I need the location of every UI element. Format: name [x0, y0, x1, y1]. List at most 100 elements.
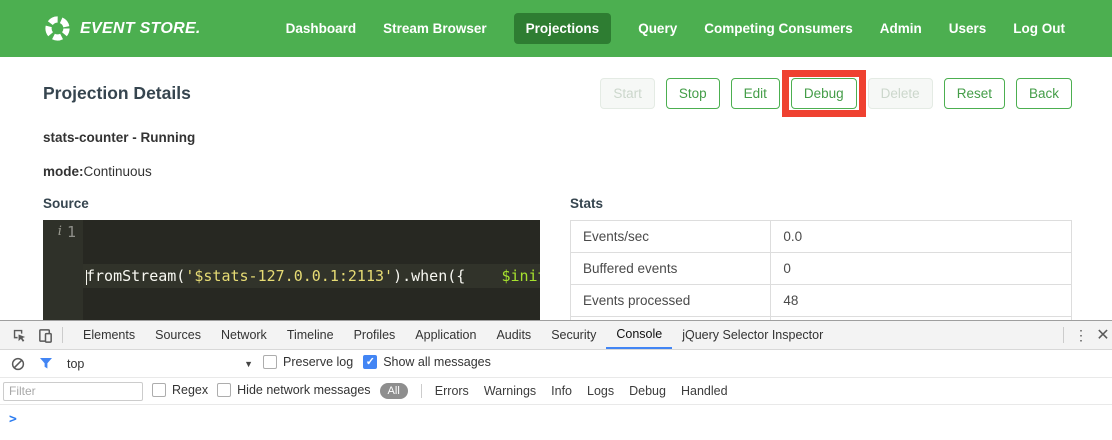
devtools-menu-icon[interactable]: ⋮	[1068, 321, 1094, 349]
stop-button[interactable]: Stop	[666, 78, 720, 109]
inspect-element-icon[interactable]	[6, 321, 32, 349]
divider	[62, 327, 63, 343]
stat-name: Events processed	[571, 285, 771, 317]
inspect-element-glyph	[11, 327, 28, 344]
regex-checkbox-box[interactable]	[152, 383, 166, 397]
delete-button: Delete	[868, 78, 933, 109]
preserve-log-checkbox-box[interactable]	[263, 355, 277, 369]
devtools-tab-audits[interactable]: Audits	[486, 321, 541, 349]
show-all-messages-slot: Show all messages	[363, 355, 491, 372]
devtools-tab-elements[interactable]: Elements	[73, 321, 145, 349]
event-store-app: EVENT STORE. Dashboard Stream Browser Proj…	[0, 0, 1112, 440]
stat-name: Events/sec	[571, 221, 771, 253]
main-nav: Dashboard Stream Browser Projections Query C…	[286, 13, 1065, 44]
code-token	[465, 267, 501, 285]
event-store-logo[interactable]: EVENT STORE.	[44, 15, 201, 42]
nav-item-admin[interactable]: Admin	[880, 13, 922, 44]
execution-context-selector[interactable]: top ▼	[67, 357, 253, 371]
stats-section: Stats Events/sec0.0Buffered events0Event…	[570, 196, 1072, 320]
console-toolbar: top ▼ Preserve log Show all messages	[0, 350, 1112, 378]
filter-level-errors[interactable]: Errors	[435, 384, 469, 398]
code-token: '$stats-127.0.0.1:2113'	[185, 267, 393, 285]
code-token: ).when({	[393, 267, 465, 285]
devtools-close-icon[interactable]: ✕	[1094, 321, 1112, 349]
stat-value: 48	[771, 285, 1072, 317]
preserve-log-checkbox[interactable]: Preserve log	[263, 355, 353, 369]
nav-item-log-out[interactable]: Log Out	[1013, 13, 1065, 44]
devtools-tab-profiles[interactable]: Profiles	[344, 321, 406, 349]
back-button[interactable]: Back	[1016, 78, 1072, 109]
title-row: Projection Details Start Stop Edit Debug Del…	[43, 78, 1072, 109]
code-area: fromStream('$stats-127.0.0.1:2113').when…	[83, 220, 540, 320]
hide-network-messages-checkbox[interactable]: Hide network messages	[217, 383, 370, 397]
source-label: Source	[43, 196, 540, 211]
filter-level-logs[interactable]: Logs	[587, 384, 614, 398]
reset-button[interactable]: Reset	[944, 78, 1005, 109]
filter-level-debug[interactable]: Debug	[629, 384, 666, 398]
stat-value: 0.0	[771, 221, 1072, 253]
nav-item-competing-consumers[interactable]: Competing Consumers	[704, 13, 853, 44]
filter-funnel-glyph	[39, 357, 53, 370]
stats-row: Events processed48	[571, 285, 1072, 317]
event-store-logo-icon	[44, 15, 71, 42]
line-number: 1	[67, 221, 76, 243]
regex-checkbox-label: Regex	[172, 383, 208, 397]
page-title: Projection Details	[43, 83, 191, 104]
editor-gutter: i 1	[43, 220, 83, 320]
filter-level-info[interactable]: Info	[551, 384, 572, 398]
devtools-tab-sources[interactable]: Sources	[145, 321, 211, 349]
clear-console-icon[interactable]	[9, 357, 27, 371]
start-button: Start	[600, 78, 655, 109]
device-toolbar-glyph	[37, 327, 54, 344]
projection-status: stats-counter - Running	[43, 130, 1072, 145]
clear-console-glyph	[11, 357, 25, 371]
device-toolbar-icon[interactable]	[32, 321, 58, 349]
devtools-tab-application[interactable]: Application	[405, 321, 486, 349]
debug-button[interactable]: Debug	[791, 78, 857, 109]
delete-button-wrap: Delete	[868, 78, 933, 109]
divider	[1063, 327, 1064, 343]
devtools-tab-security[interactable]: Security	[541, 321, 606, 349]
regex-checkbox[interactable]: Regex	[152, 383, 208, 397]
stat-name: Buffered events	[571, 253, 771, 285]
detail-columns: Source i 1 fromStream('$stats-127.0.0.1:…	[43, 196, 1072, 320]
filter-level-all[interactable]: All	[380, 383, 408, 399]
code-token: $init:	[501, 267, 540, 285]
filter-level-handled[interactable]: Handled	[681, 384, 728, 398]
logo-text: EVENT STORE.	[80, 20, 201, 38]
preserve-log-slot: Preserve log	[263, 355, 353, 372]
show-all-messages-checkbox-label: Show all messages	[383, 355, 491, 369]
devtools-tabbar: ElementsSourcesNetworkTimelineProfilesAp…	[0, 321, 1112, 350]
edit-button-wrap: Edit	[731, 78, 780, 109]
debug-button-wrap: Debug	[791, 78, 857, 109]
nav-item-projections[interactable]: Projections	[514, 13, 612, 44]
filter-level-warnings[interactable]: Warnings	[484, 384, 536, 398]
code-token: fromStream(	[86, 267, 185, 285]
mode-label: mode:	[43, 164, 84, 179]
devtools-tab-jquery-selector-inspector[interactable]: jQuery Selector Inspector	[672, 321, 833, 349]
devtools-tab-timeline[interactable]: Timeline	[277, 321, 344, 349]
hide-network-messages-checkbox-box[interactable]	[217, 383, 231, 397]
filter-levels: Errors Warnings Info Logs Debug Handled	[435, 384, 728, 398]
hide-network-messages-checkbox-label: Hide network messages	[237, 383, 370, 397]
nav-item-query[interactable]: Query	[638, 13, 677, 44]
show-all-messages-checkbox-box[interactable]	[363, 355, 377, 369]
nav-item-users[interactable]: Users	[949, 13, 987, 44]
nav-item-dashboard[interactable]: Dashboard	[286, 13, 357, 44]
console-filter-input[interactable]	[3, 382, 143, 401]
devtools-tab-network[interactable]: Network	[211, 321, 277, 349]
regex-slot: Regex	[152, 383, 208, 400]
devtools-tabbar-controls: ⋮ ✕	[1059, 321, 1112, 349]
filter-icon[interactable]	[37, 357, 55, 370]
nav-item-stream-browser[interactable]: Stream Browser	[383, 13, 487, 44]
code-editor[interactable]: i 1 fromStream('$stats-127.0.0.1:2113').…	[43, 220, 540, 320]
show-all-messages-checkbox[interactable]: Show all messages	[363, 355, 491, 369]
top-nav-bar: EVENT STORE. Dashboard Stream Browser Proj…	[0, 0, 1112, 57]
devtools-tab-console[interactable]: Console	[606, 321, 672, 349]
mode-value: Continuous	[84, 164, 152, 179]
edit-button[interactable]: Edit	[731, 78, 780, 109]
console-output[interactable]: >	[0, 405, 1112, 440]
stats-row: Events/sec0.0	[571, 221, 1072, 253]
projection-mode: mode:Continuous	[43, 164, 1072, 179]
stats-label: Stats	[570, 196, 1072, 211]
